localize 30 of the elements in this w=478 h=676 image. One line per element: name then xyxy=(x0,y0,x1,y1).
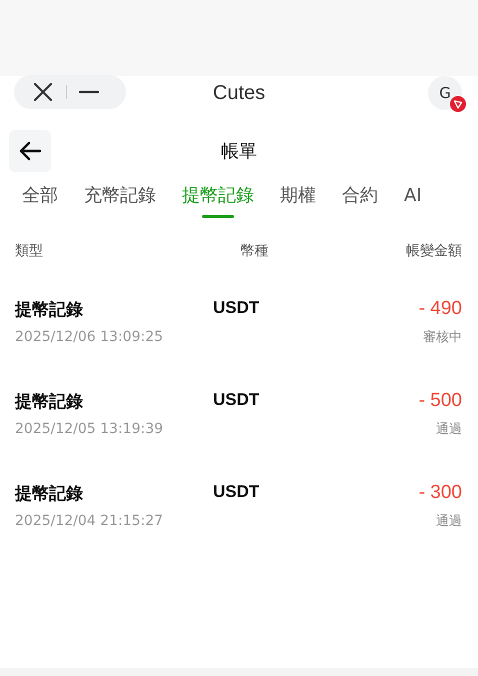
record-type: 提幣記錄 xyxy=(15,391,84,413)
record-time: 2025/12/06 13:09:25 xyxy=(15,329,164,345)
close-icon[interactable] xyxy=(32,81,54,103)
tab[interactable]: 合約 xyxy=(342,182,378,218)
record-type: 提幣記錄 xyxy=(15,483,84,505)
minimize-icon[interactable] xyxy=(79,90,99,94)
back-arrow-icon xyxy=(18,141,42,161)
token-badge-icon xyxy=(450,96,466,112)
column-header: 類型 xyxy=(15,242,43,261)
amount: - 490 xyxy=(418,298,462,320)
status-label: 審核中 xyxy=(423,329,462,346)
amount: - 500 xyxy=(418,390,462,412)
status-label: 通過 xyxy=(436,421,462,438)
page-title: 帳單 xyxy=(221,140,257,163)
column-header: 幣種 xyxy=(240,242,268,261)
tab[interactable]: AI xyxy=(404,182,422,218)
record-time: 2025/12/04 21:15:27 xyxy=(15,513,164,529)
tab[interactable]: 期權 xyxy=(280,182,316,218)
app-title: Cutes xyxy=(212,82,266,104)
back-button[interactable] xyxy=(9,130,51,172)
status-label: 通過 xyxy=(436,513,462,530)
tab[interactable]: 全部 xyxy=(22,182,58,218)
currency: USDT xyxy=(213,298,260,318)
record-type: 提幣記錄 xyxy=(15,299,84,321)
currency: USDT xyxy=(213,482,260,502)
tab[interactable]: 充幣記錄 xyxy=(84,182,156,218)
column-header: 帳變金額 xyxy=(406,242,462,261)
record-time: 2025/12/05 13:19:39 xyxy=(15,421,164,437)
currency: USDT xyxy=(213,390,260,410)
amount: - 300 xyxy=(418,482,462,504)
